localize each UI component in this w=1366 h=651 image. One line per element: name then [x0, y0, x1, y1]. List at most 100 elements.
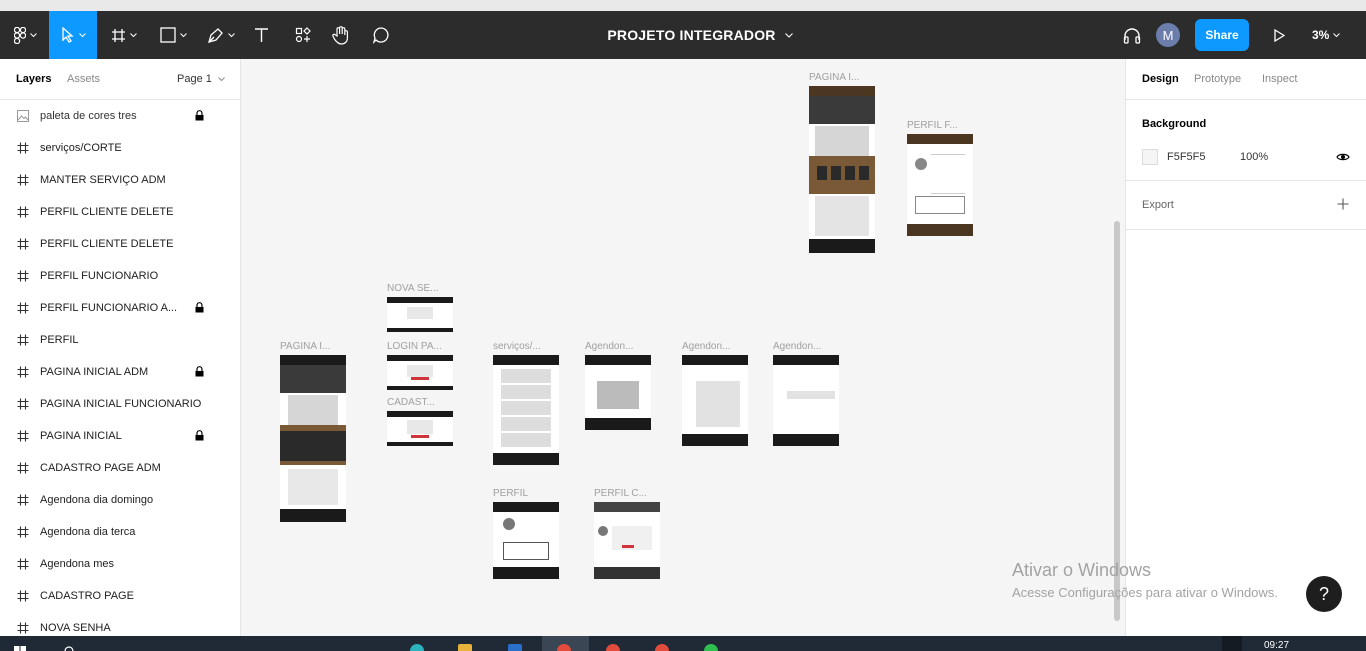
- layer-name: PERFIL FUNCIONARIO: [40, 270, 159, 282]
- frame-icon: [17, 302, 29, 314]
- plus-icon[interactable]: [1337, 198, 1349, 210]
- taskbar: 09:27: [0, 636, 1366, 651]
- hero-image: [280, 365, 346, 393]
- lock-icon[interactable]: [195, 302, 204, 313]
- lock-icon[interactable]: [195, 430, 204, 441]
- taskbar-clock[interactable]: 09:27: [1264, 640, 1289, 651]
- frame-label[interactable]: PERFIL F...: [907, 120, 958, 131]
- tab-assets[interactable]: Assets: [67, 73, 100, 85]
- layer-row[interactable]: PAGINA INICIAL FUNCIONARIO: [0, 388, 240, 420]
- image-icon: [17, 110, 29, 122]
- layer-row[interactable]: PAGINA INICIAL: [0, 420, 240, 452]
- frame-label[interactable]: LOGIN PA...: [387, 341, 442, 352]
- comment-tool-button[interactable]: [366, 11, 396, 59]
- frame-icon: [17, 366, 29, 378]
- layer-row[interactable]: PAGINA INICIAL ADM: [0, 356, 240, 388]
- help-button[interactable]: ?: [1306, 576, 1342, 612]
- main-menu-button[interactable]: [6, 11, 44, 59]
- windows-start-icon[interactable]: [14, 646, 26, 651]
- share-button[interactable]: Share: [1195, 19, 1249, 51]
- layer-row[interactable]: paleta de cores tres: [0, 100, 240, 132]
- frame-footer: [907, 224, 973, 236]
- zoom-menu[interactable]: 3%: [1312, 11, 1341, 59]
- lock-icon[interactable]: [195, 366, 204, 377]
- move-tool-button[interactable]: [49, 11, 97, 59]
- eye-icon[interactable]: [1336, 152, 1350, 162]
- layer-row[interactable]: CADASTRO PAGE ADM: [0, 452, 240, 484]
- frame-label[interactable]: PERFIL: [493, 488, 528, 499]
- frame-label[interactable]: PAGINA I...: [809, 72, 859, 83]
- search-icon[interactable]: [64, 646, 74, 651]
- layer-row[interactable]: PERFIL CLIENTE DELETE: [0, 228, 240, 260]
- canvas[interactable]: PAGINA I... PERFIL F... NOVA SE... PAGIN…: [241, 59, 1125, 636]
- frame-footer: [809, 239, 875, 253]
- background-opacity-input[interactable]: 100%: [1240, 151, 1268, 163]
- frame-pagina-inicial[interactable]: [280, 355, 346, 522]
- layer-name: PAGINA INICIAL ADM: [40, 366, 149, 378]
- toolbar: PROJETO INTEGRADOR M Share 3%: [0, 11, 1366, 59]
- tab-prototype[interactable]: Prototype: [1194, 73, 1241, 85]
- taskbar-app-icon[interactable]: [410, 644, 424, 651]
- frame-perfil[interactable]: [493, 502, 559, 579]
- frame-label[interactable]: PERFIL C...: [594, 488, 647, 499]
- layer-row[interactable]: PERFIL: [0, 324, 240, 356]
- frame-servicos-corte[interactable]: [493, 355, 559, 465]
- audio-button[interactable]: [1118, 11, 1146, 59]
- frame-agendona-dia-terca[interactable]: [682, 355, 748, 446]
- frame-label[interactable]: PAGINA I...: [280, 341, 330, 352]
- folder-icon[interactable]: [458, 644, 472, 651]
- present-button[interactable]: [1266, 11, 1292, 59]
- frame-pagina-inicial-adm[interactable]: [809, 86, 875, 253]
- taskbar-app-icon[interactable]: [508, 644, 522, 651]
- frame-label[interactable]: Agendon...: [773, 341, 821, 352]
- avatar[interactable]: M: [1156, 23, 1180, 47]
- frame-label[interactable]: serviços/...: [493, 341, 541, 352]
- frame-agendona-dia-domingo[interactable]: [773, 355, 839, 446]
- tab-layers[interactable]: Layers: [16, 73, 51, 85]
- pen-tool-button[interactable]: [200, 11, 242, 59]
- layer-row[interactable]: Agendona dia terca: [0, 516, 240, 548]
- frame-perfil-cliente-delete[interactable]: [594, 502, 660, 579]
- lock-icon[interactable]: [195, 110, 204, 121]
- layer-row[interactable]: PERFIL FUNCIONARIO A...: [0, 292, 240, 324]
- chrome-icon[interactable]: [655, 644, 669, 651]
- background-hex-input[interactable]: F5F5F5: [1167, 151, 1206, 163]
- layer-row[interactable]: PERFIL CLIENTE DELETE: [0, 196, 240, 228]
- tab-design[interactable]: Design: [1142, 73, 1179, 85]
- tab-inspect[interactable]: Inspect: [1262, 73, 1297, 85]
- service-card: [501, 369, 551, 383]
- frame-icon: [17, 526, 29, 538]
- layer-row[interactable]: PERFIL FUNCIONARIO: [0, 260, 240, 292]
- layer-row[interactable]: NOVA SENHA: [0, 612, 240, 636]
- frame-tool-button[interactable]: [104, 11, 144, 59]
- table-block: [503, 542, 549, 560]
- cursor-icon: [61, 27, 74, 43]
- layer-row[interactable]: serviços/CORTE: [0, 132, 240, 164]
- whatsapp-icon[interactable]: [704, 644, 718, 651]
- frame-login-page[interactable]: [387, 355, 453, 390]
- layer-row[interactable]: MANTER SERVIÇO ADM: [0, 164, 240, 196]
- frame-nova-senha[interactable]: [387, 297, 453, 332]
- background-swatch[interactable]: [1142, 149, 1158, 165]
- shape-tool-button[interactable]: [152, 11, 194, 59]
- frame-label[interactable]: Agendon...: [682, 341, 730, 352]
- frame-perfil-funcionario[interactable]: [907, 134, 973, 236]
- hand-tool-button[interactable]: [326, 11, 356, 59]
- layer-row[interactable]: Agendona dia domingo: [0, 484, 240, 516]
- layer-row[interactable]: Agendona mes: [0, 548, 240, 580]
- page-selector[interactable]: Page 1: [177, 73, 225, 85]
- file-title-button[interactable]: PROJETO INTEGRADOR: [560, 11, 840, 59]
- frame-footer: [493, 567, 559, 579]
- frame-footer: [682, 434, 748, 446]
- frame-label[interactable]: NOVA SE...: [387, 283, 439, 294]
- frame-agendona-mes[interactable]: [585, 355, 651, 430]
- frame-label[interactable]: Agendon...: [585, 341, 633, 352]
- hand-icon: [332, 26, 348, 45]
- chrome-icon[interactable]: [557, 644, 571, 651]
- text-tool-button[interactable]: [246, 11, 276, 59]
- frame-cadastro-page[interactable]: [387, 411, 453, 446]
- frame-label[interactable]: CADAST...: [387, 397, 435, 408]
- layer-row[interactable]: CADASTRO PAGE: [0, 580, 240, 612]
- resources-button[interactable]: [288, 11, 318, 59]
- chrome-icon[interactable]: [606, 644, 620, 651]
